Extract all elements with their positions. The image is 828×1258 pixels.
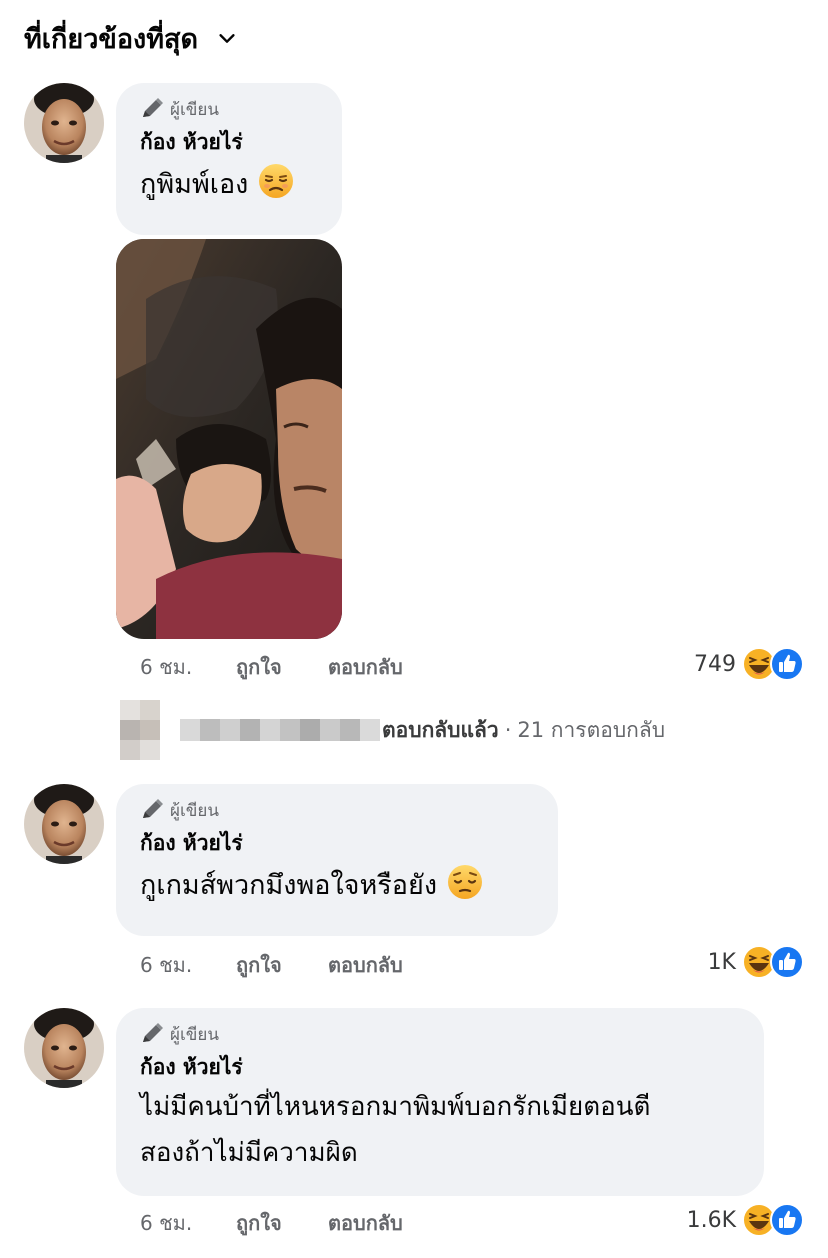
- reaction-count: 1.6K: [686, 1207, 736, 1233]
- like-button[interactable]: ถูกใจ: [236, 949, 328, 981]
- blurred-username: [180, 719, 380, 741]
- pen-icon: [143, 799, 163, 818]
- comment-text: กูพิมพ์เอง: [140, 161, 318, 209]
- sort-dropdown[interactable]: ที่เกี่ยวข้องที่สุด: [24, 18, 238, 58]
- comment-timestamp[interactable]: 6 ชม.: [140, 949, 236, 981]
- like-reaction-icon: [770, 1203, 804, 1237]
- author-badge-label: ผู้เขียน: [170, 1024, 219, 1045]
- sort-label: ที่เกี่ยวข้องที่สุด: [24, 23, 199, 55]
- comment-timestamp[interactable]: 6 ชม.: [140, 1207, 236, 1239]
- reaction-summary[interactable]: 749: [694, 647, 804, 681]
- unamused-face-emoji-icon: [259, 164, 294, 198]
- author-badge: ผู้เขียน: [140, 1022, 740, 1046]
- comment-text: กูเกมส์พวกมึงพอใจหรือยัง: [140, 862, 534, 910]
- author-name-link[interactable]: ก้อง ห้วยไร่: [140, 127, 318, 157]
- avatar-image: [24, 784, 104, 864]
- author-name-link[interactable]: ก้อง ห้วยไร่: [140, 1052, 740, 1082]
- author-badge: ผู้เขียน: [140, 97, 318, 121]
- comment-photo[interactable]: [116, 239, 342, 639]
- comment-text-content: กูพิมพ์เอง: [140, 169, 249, 200]
- comment-bubble: ผู้เขียน ก้อง ห้วยไร่ ไม่มีคนบ้าที่ไหนหร…: [116, 1008, 764, 1196]
- reaction-summary[interactable]: 1.6K: [687, 1203, 804, 1237]
- comment-bubble: ผู้เขียน ก้อง ห้วยไร่ กูเกมส์พวกมึงพอใจห…: [116, 784, 558, 936]
- reply-button[interactable]: ตอบกลับ: [328, 651, 403, 683]
- pensive-face-emoji-icon: [448, 865, 483, 899]
- author-avatar[interactable]: [24, 1008, 104, 1088]
- reply-button[interactable]: ตอบกลับ: [328, 949, 403, 981]
- comment-text-content: กูเกมส์พวกมึงพอใจหรือยัง: [140, 870, 438, 901]
- pen-icon: [143, 98, 163, 117]
- like-reaction-icon: [770, 647, 804, 681]
- like-button[interactable]: ถูกใจ: [236, 651, 328, 683]
- chevron-down-icon: [219, 34, 235, 43]
- like-reaction-icon: [770, 945, 804, 979]
- avatar-image: [24, 83, 104, 163]
- comment-text: ไม่มีคนบ้าที่ไหนหรอกมาพิมพ์บอกรักเมียตอน…: [140, 1092, 651, 1168]
- reaction-count: 749: [694, 651, 736, 677]
- comment-timestamp[interactable]: 6 ชม.: [140, 651, 236, 683]
- replies-count: 21 การตอบกลับ: [517, 717, 666, 742]
- view-replies-link[interactable]: ตอบกลับแล้ว · 21 การตอบกลับ: [120, 700, 665, 760]
- separator-dot: ·: [504, 718, 512, 742]
- author-avatar[interactable]: [24, 83, 104, 163]
- author-badge: ผู้เขียน: [140, 798, 534, 822]
- author-badge-label: ผู้เขียน: [170, 800, 219, 821]
- author-avatar[interactable]: [24, 784, 104, 864]
- author-badge-label: ผู้เขียน: [170, 99, 219, 120]
- blurred-avatar: [120, 700, 160, 760]
- author-name-link[interactable]: ก้อง ห้วยไร่: [140, 828, 534, 858]
- replied-label: ตอบกลับแล้ว: [382, 717, 499, 742]
- reply-button[interactable]: ตอบกลับ: [328, 1207, 403, 1239]
- comment-actions: 6 ชม. ถูกใจ ตอบกลับ: [140, 948, 403, 982]
- reaction-count: 1K: [707, 949, 736, 975]
- avatar-image: [24, 1008, 104, 1088]
- like-button[interactable]: ถูกใจ: [236, 1207, 328, 1239]
- comment-actions: 6 ชม. ถูกใจ ตอบกลับ: [140, 1206, 403, 1240]
- reaction-summary[interactable]: 1K: [708, 945, 804, 979]
- photo-image: [116, 239, 342, 639]
- pen-icon: [143, 1023, 163, 1042]
- comment-bubble: ผู้เขียน ก้อง ห้วยไร่ กูพิมพ์เอง: [116, 83, 342, 235]
- comment-actions: 6 ชม. ถูกใจ ตอบกลับ: [140, 650, 403, 684]
